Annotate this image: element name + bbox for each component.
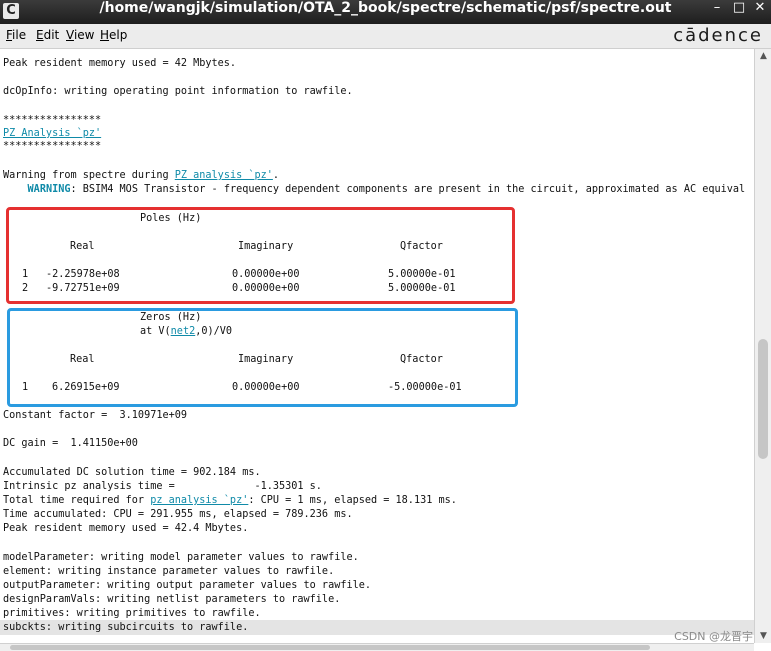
log-stars-top: ****************	[3, 115, 102, 126]
menu-file-label: ile	[12, 28, 27, 42]
zeros-title: Zeros (Hz)	[140, 312, 202, 323]
pz-heading: PZ Analysis `pz'	[3, 127, 101, 140]
minimize-button[interactable]: –	[710, 0, 724, 24]
subckts-line: subckts: writing subcircuits to rawfile.	[3, 622, 249, 633]
zero-row-1-q: -5.00000e-01	[388, 382, 462, 393]
poles-header-real: Real	[70, 241, 95, 252]
warning-text: : BSIM4 MOS Transistor - frequency depen…	[70, 184, 746, 195]
scroll-down-arrow-icon[interactable]: ▼	[755, 629, 771, 643]
pz-heading-link[interactable]: PZ Analysis `pz'	[3, 128, 101, 139]
peak-memory-line-2: Peak resident memory used = 42.4 Mbytes.	[3, 523, 249, 534]
net2-link[interactable]: net2	[171, 326, 196, 337]
total-time-prefix: Total time required for	[3, 495, 151, 506]
menu-help[interactable]: Help	[100, 28, 127, 42]
menu-bar: File Edit View Help cādence	[0, 24, 771, 49]
pole-row-2-imag: 0.00000e+00	[232, 283, 300, 294]
pole-row-1-real: -2.25978e+08	[46, 269, 120, 280]
menu-help-label: elp	[109, 28, 128, 42]
poles-header-q: Qfactor	[400, 241, 443, 252]
pole-row-2-q: 5.00000e-01	[388, 283, 456, 294]
intrinsic-pz-line: Intrinsic pz analysis time = -1.35301 s.	[3, 481, 322, 492]
total-time-line: Total time required for pz analysis `pz'…	[3, 494, 457, 507]
menu-file[interactable]: File	[6, 28, 26, 42]
pole-row-1-q: 5.00000e-01	[388, 269, 456, 280]
title-bar: C /home/wangjk/simulation/OTA_2_book/spe…	[0, 0, 771, 24]
menu-view-mnemonic: V	[66, 28, 74, 42]
constant-factor-line: Constant factor = 3.10971e+09	[3, 410, 188, 421]
log-stars-bottom: ****************	[3, 141, 102, 152]
zeros-header-imag: Imaginary	[238, 354, 294, 365]
log-line-dcopinfo: dcOpInfo: writing operating point inform…	[3, 86, 353, 97]
output-parameter-line: outputParameter: writing output paramete…	[3, 580, 372, 591]
warning-prefix: Warning from spectre during	[3, 170, 175, 181]
menu-view[interactable]: View	[66, 28, 94, 42]
pole-row-2-real: -9.72751e+09	[46, 283, 120, 294]
pole-row-2-index: 2	[22, 283, 29, 294]
window-title: /home/wangjk/simulation/OTA_2_book/spect…	[99, 0, 672, 16]
menu-edit-label: dit	[43, 28, 60, 42]
design-param-vals-line: designParamVals: writing netlist paramet…	[3, 594, 341, 605]
warning-pz-link[interactable]: PZ analysis `pz'	[175, 170, 273, 181]
primitives-line: primitives: writing primitives to rawfil…	[3, 608, 261, 619]
close-button[interactable]: ✕	[753, 0, 767, 24]
warning-line: Warning from spectre during PZ analysis …	[3, 169, 279, 182]
model-parameter-line: modelParameter: writing model parameter …	[3, 552, 359, 563]
menu-help-mnemonic: H	[100, 28, 110, 42]
accumulated-dc-line: Accumulated DC solution time = 902.184 m…	[3, 467, 261, 478]
zeros-header-q: Qfactor	[400, 354, 443, 365]
zeros-header-real: Real	[70, 354, 95, 365]
poles-header-imag: Imaginary	[238, 241, 294, 252]
watermark: CSDN @龙晋宇	[674, 630, 753, 643]
total-time-pz-link[interactable]: pz analysis `pz'	[150, 495, 248, 506]
zero-row-1-imag: 0.00000e+00	[232, 382, 300, 393]
cadence-logo: cādence	[673, 25, 763, 46]
maximize-button[interactable]: □	[732, 0, 746, 24]
scroll-up-arrow-icon[interactable]: ▲	[755, 49, 771, 63]
vertical-scrollbar[interactable]: ▲ ▼	[754, 49, 771, 643]
log-line-peak-memory: Peak resident memory used = 42 Mbytes.	[3, 58, 237, 69]
dc-gain-line: DC gain = 1.41150e+00	[3, 438, 138, 449]
zeros-at-suffix: ,0)/V0	[195, 326, 233, 337]
zero-row-1-index: 1	[22, 382, 29, 393]
menu-view-label: iew	[73, 28, 95, 42]
zeros-at-line: at V(net2,0)/V0	[140, 325, 232, 338]
time-accumulated-line: Time accumulated: CPU = 291.955 ms, elap…	[3, 509, 353, 520]
pole-row-1-index: 1	[22, 269, 29, 280]
warning-suffix: .	[272, 170, 280, 181]
zero-row-1-real: 6.26915e+09	[52, 382, 120, 393]
warning-label: WARNING	[27, 184, 71, 195]
poles-title: Poles (Hz)	[140, 213, 202, 224]
menu-edit[interactable]: Edit	[36, 28, 59, 42]
zeros-at-prefix: at V(	[140, 326, 171, 337]
pole-row-1-imag: 0.00000e+00	[232, 269, 300, 280]
menu-edit-mnemonic: E	[36, 28, 44, 42]
horizontal-scroll-thumb[interactable]	[10, 645, 650, 650]
vertical-scroll-thumb[interactable]	[758, 339, 768, 459]
element-line: element: writing instance parameter valu…	[3, 566, 335, 577]
total-time-suffix: : CPU = 1 ms, elapsed = 18.131 ms.	[248, 495, 457, 506]
warning-detail-line: WARNING: BSIM4 MOS Transistor - frequenc…	[3, 183, 746, 196]
log-view[interactable]: Peak resident memory used = 42 Mbytes. d…	[0, 49, 754, 643]
